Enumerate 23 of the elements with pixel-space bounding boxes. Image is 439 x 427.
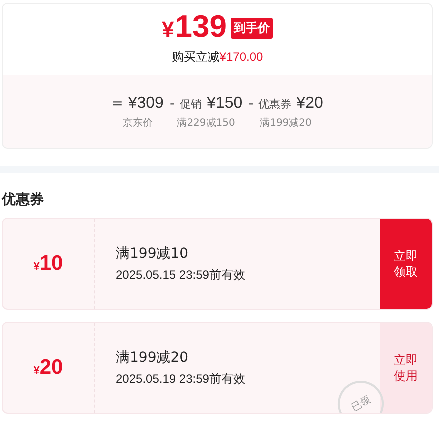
price-component-amount: ¥150 [207,95,243,113]
coupon-condition: 满199减10 [116,244,190,262]
coupon-action-button[interactable]: 立即领取 [380,219,432,309]
final-price-tag: 到手价 [230,18,273,39]
price-component-caption: 满229减150 [177,116,236,130]
coupon-condition: 满199减20 [116,348,190,366]
coupon-validity: 2025.05.19 23:59前有效 [116,370,246,388]
price-component-amount: ¥309 [128,95,164,113]
price-component-caption: 京东价 [122,116,153,130]
price-component-caption: 满199减20 [260,116,312,130]
coupon-validity: 2025.05.15 23:59前有效 [116,266,246,284]
coupon-action-button[interactable]: 立即使用 [380,323,432,413]
price-component-label: 促销 [180,97,202,112]
final-price: ¥139 [162,8,227,46]
coupon-value: ¥10 [34,252,64,276]
instant-discount: 购买立减¥170.00 [172,49,264,66]
price-component-amount: ¥20 [296,95,324,113]
operator-sign: = [112,96,124,112]
operator-sign: - [248,96,254,112]
price-component-label: 优惠券 [258,97,292,112]
operator-sign: - [170,96,176,112]
coupon-value: ¥20 [34,356,64,380]
section-title: 优惠券 [2,192,44,208]
